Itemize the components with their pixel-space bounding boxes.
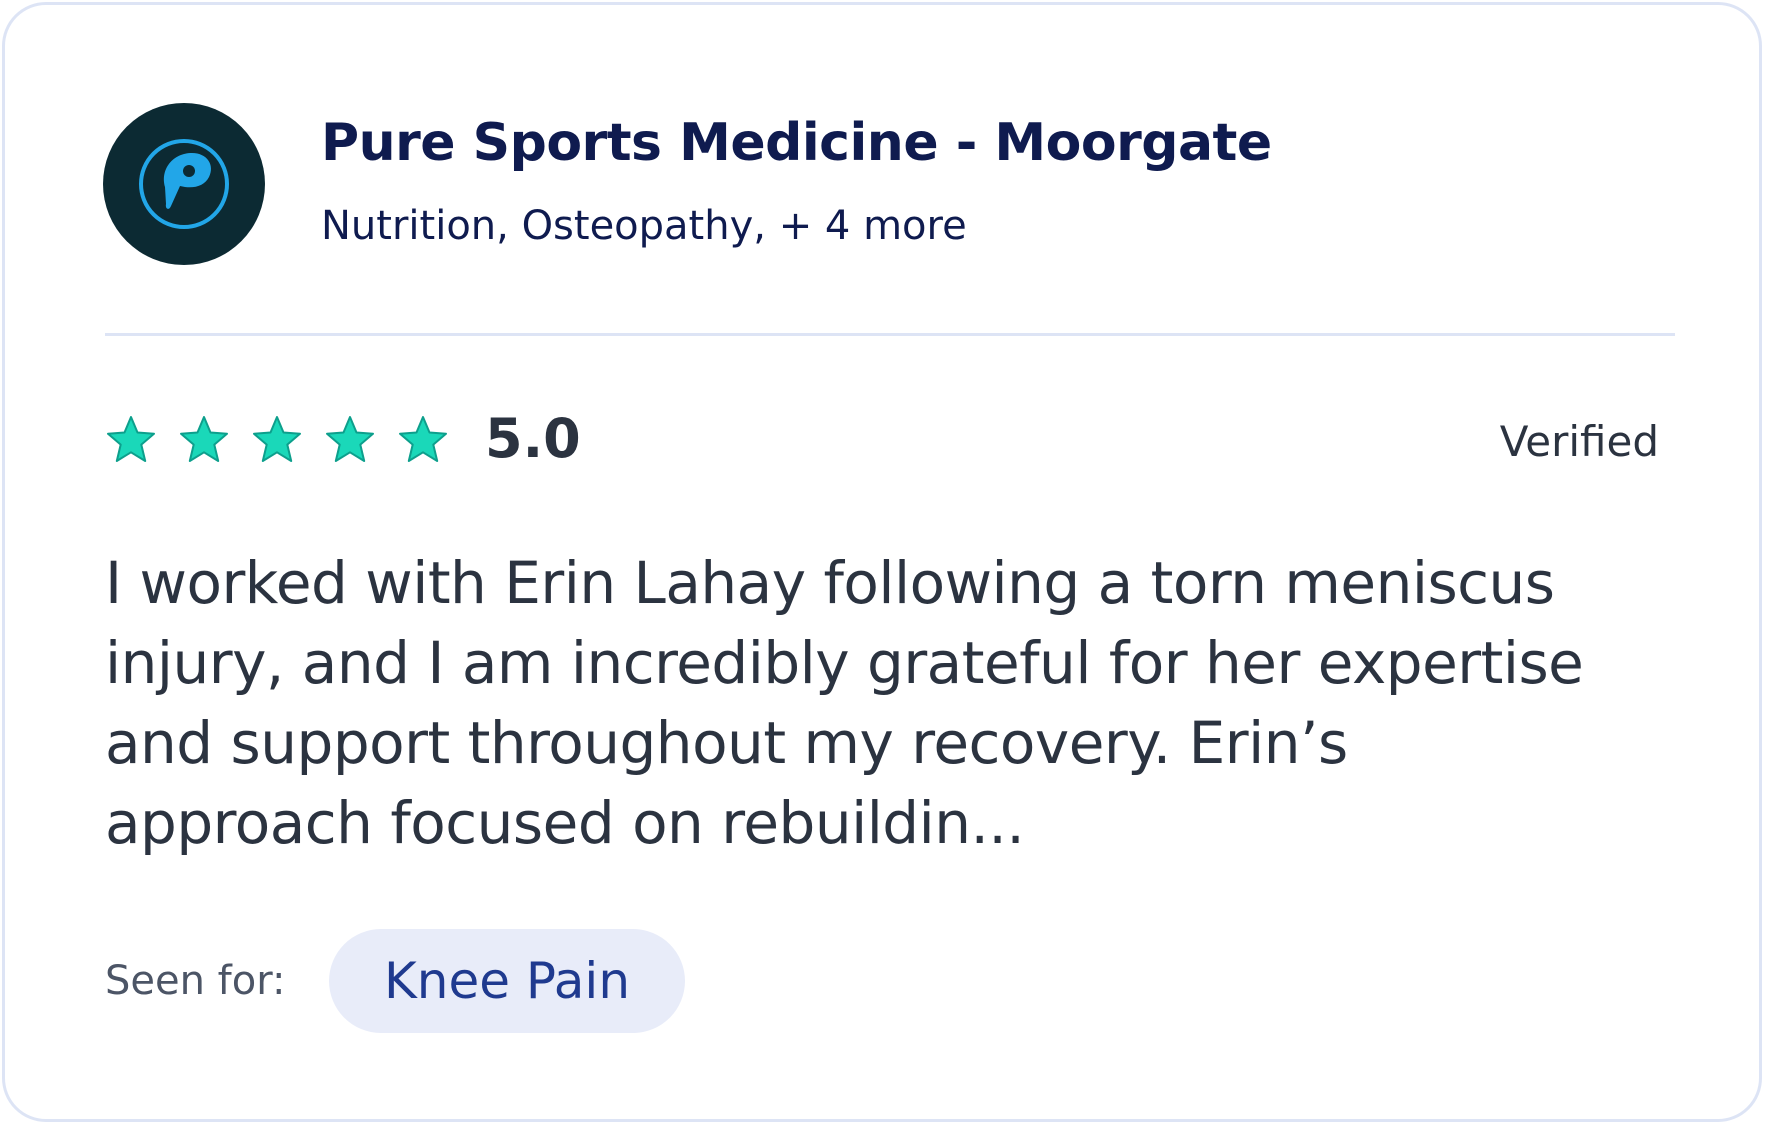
clinic-logo xyxy=(103,103,265,265)
review-text[interactable]: I worked with Erin Lahay following a tor… xyxy=(105,543,1685,863)
rating-value: 5.0 xyxy=(485,407,581,470)
star-icon xyxy=(322,413,378,469)
review-line: and support throughout my recovery. Erin… xyxy=(105,709,1348,777)
star-icon xyxy=(249,413,305,469)
condition-chip[interactable]: Knee Pain xyxy=(329,929,685,1033)
divider xyxy=(105,333,1675,336)
clinic-services: Nutrition, Osteopathy, + 4 more xyxy=(321,203,967,249)
clinic-name[interactable]: Pure Sports Medicine - Moorgate xyxy=(321,113,1272,173)
star-icon xyxy=(395,413,451,469)
pure-sports-medicine-logo-icon xyxy=(139,139,229,229)
seen-for-label: Seen for: xyxy=(105,958,286,1004)
star-rating xyxy=(103,413,451,469)
star-icon xyxy=(176,413,232,469)
star-icon xyxy=(103,413,159,469)
verified-badge: Verified xyxy=(1499,417,1659,466)
review-line: I worked with Erin Lahay following a tor… xyxy=(105,549,1555,617)
review-line: injury, and I am incredibly grateful for… xyxy=(105,629,1584,697)
review-line: approach focused on rebuildin... xyxy=(105,789,1025,857)
review-card[interactable]: Pure Sports Medicine - Moorgate Nutritio… xyxy=(2,2,1762,1122)
